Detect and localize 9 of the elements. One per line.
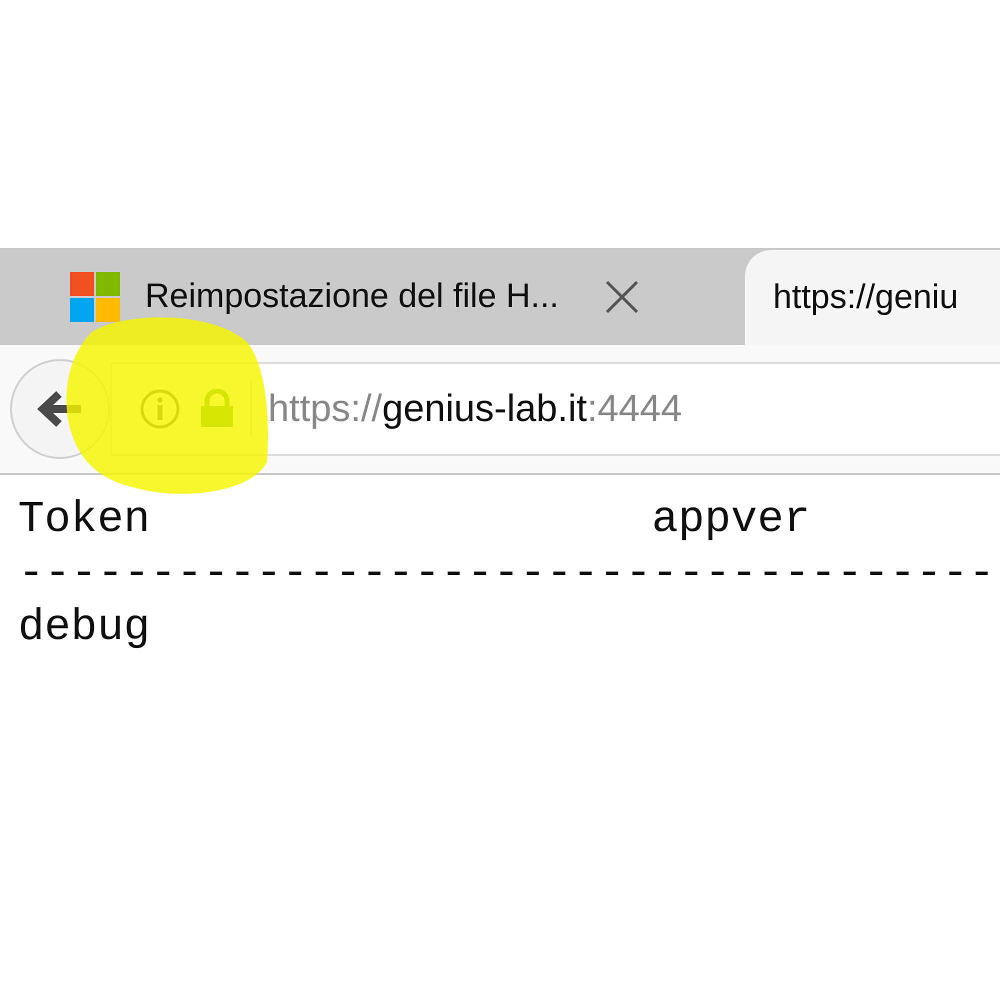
windows-logo-icon (70, 272, 120, 322)
table-cell: debug (18, 603, 150, 653)
dash-separator: ------------------------------------- (18, 548, 996, 601)
browser-tab[interactable]: https://geniu (745, 250, 1000, 345)
column-header: appver (652, 495, 810, 545)
close-icon[interactable] (604, 280, 639, 314)
column-header: Token (18, 495, 152, 545)
url-text: https://genius-lab.it:4444 (268, 388, 682, 430)
browser-tab[interactable]: Reimpostazione del file H... (0, 248, 745, 345)
